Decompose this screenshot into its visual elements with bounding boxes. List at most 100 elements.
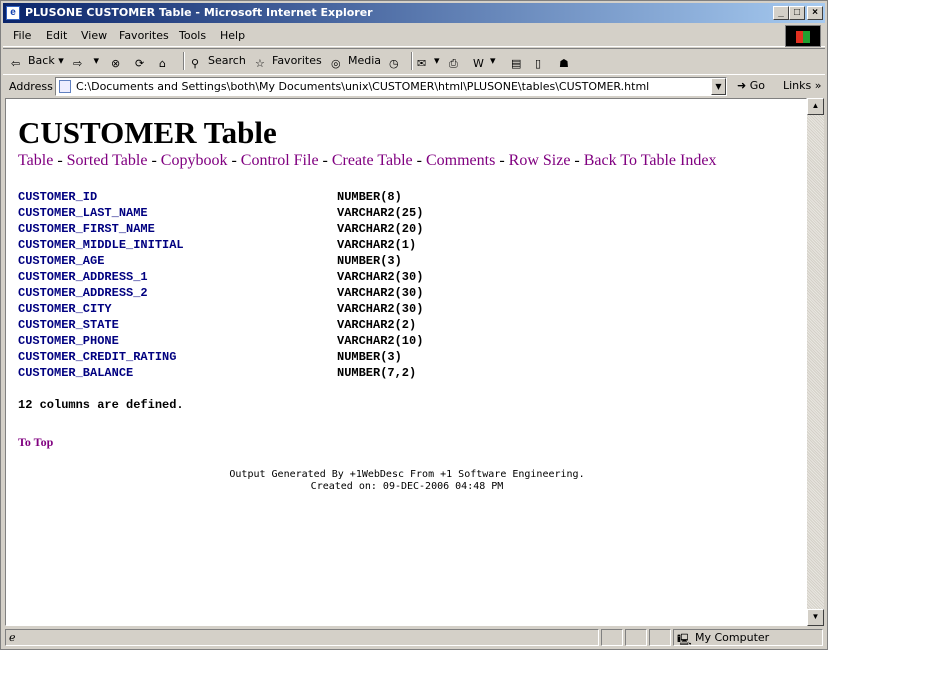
edit-button[interactable]: W ▾ [473, 54, 496, 71]
go-button[interactable]: ➜ Go [737, 79, 765, 92]
nav-separator: - [495, 152, 509, 169]
nav-link[interactable]: Create Table [332, 152, 413, 169]
research-icon: ▯ [535, 57, 542, 70]
status-panel [625, 629, 647, 646]
scroll-up-button[interactable]: ▲ [807, 98, 824, 115]
history-button[interactable]: ◷ [389, 54, 406, 71]
windows-logo-icon [785, 25, 821, 47]
menu-bar: File Edit View Favorites Tools Help [3, 25, 825, 47]
stop-icon: ⊗ [111, 57, 121, 70]
address-url: C:\Documents and Settings\both\My Docume… [76, 80, 650, 93]
nav-link[interactable]: Table [18, 152, 53, 169]
stop-button[interactable]: ⊗ [111, 54, 128, 71]
maximize-button[interactable]: □ [789, 6, 805, 20]
nav-link[interactable]: Row Size [509, 152, 571, 169]
search-label: Search [208, 54, 246, 67]
menu-tools[interactable]: Tools [179, 29, 206, 42]
column-name: CUSTOMER_ADDRESS_1 [18, 270, 148, 284]
back-arrow-icon: ⇦ [11, 57, 21, 70]
back-label: Back [28, 54, 55, 67]
history-icon: ◷ [389, 57, 399, 70]
media-button[interactable]: ◎ Media [331, 54, 381, 71]
ie-status-icon: ℯ [9, 631, 16, 644]
go-label: Go [749, 79, 765, 92]
ie-page-icon: e [6, 6, 20, 20]
refresh-icon: ⟳ [135, 57, 145, 70]
column-type: VARCHAR2(1) [337, 238, 417, 252]
column-name: CUSTOMER_MIDDLE_INITIAL [18, 238, 184, 252]
column-type: NUMBER(3) [337, 254, 402, 268]
page-content: CUSTOMER Table Table - Sorted Table - Co… [5, 98, 807, 626]
address-bar: Address C:\Documents and Settings\both\M… [3, 74, 825, 98]
column-name: CUSTOMER_CITY [18, 302, 112, 316]
status-bar: ℯ 🖳 My Computer [3, 628, 825, 647]
discuss-button[interactable]: ▤ [511, 54, 528, 71]
column-type: VARCHAR2(10) [337, 334, 424, 348]
media-label: Media [348, 54, 382, 67]
nav-link[interactable]: Copybook [161, 152, 228, 169]
search-icon: ⚲ [191, 57, 200, 70]
nav-link[interactable]: Control File [241, 152, 319, 169]
to-top-link[interactable]: To Top [18, 435, 53, 450]
address-input[interactable]: C:\Documents and Settings\both\My Docume… [55, 77, 727, 96]
discuss-icon: ▤ [511, 57, 522, 70]
forward-button[interactable]: ⇨ ▾ [73, 54, 99, 71]
nav-separator: - [53, 152, 67, 169]
menu-favorites[interactable]: Favorites [119, 29, 169, 42]
column-name: CUSTOMER_PHONE [18, 334, 119, 348]
browser-window: e PLUSONE CUSTOMER Table - Microsoft Int… [0, 0, 828, 650]
menu-help[interactable]: Help [220, 29, 245, 42]
toolbar-separator [411, 52, 413, 70]
vertical-scrollbar[interactable]: ▲ ▼ [807, 98, 824, 626]
close-button[interactable]: × [807, 6, 823, 20]
print-button[interactable]: ⎙ [449, 54, 466, 71]
messenger-button[interactable]: ☗ [559, 54, 576, 71]
nav-link[interactable]: Comments [426, 152, 495, 169]
column-type: VARCHAR2(2) [337, 318, 417, 332]
back-button[interactable]: ⇦ Back ▾ [11, 54, 64, 71]
mail-button[interactable]: ✉ ▾ [417, 54, 440, 71]
column-name: CUSTOMER_AGE [18, 254, 105, 268]
menu-view[interactable]: View [81, 29, 107, 42]
scroll-down-button[interactable]: ▼ [807, 609, 824, 626]
nav-link[interactable]: Back To Table Index [584, 152, 717, 169]
media-icon: ◎ [331, 57, 341, 70]
menu-file[interactable]: File [13, 29, 31, 42]
home-button[interactable]: ⌂ [159, 54, 176, 71]
column-name: CUSTOMER_CREDIT_RATING [18, 350, 177, 364]
column-type: NUMBER(8) [337, 190, 402, 204]
column-name: CUSTOMER_ID [18, 190, 98, 204]
standard-toolbar: ⇦ Back ▾ ⇨ ▾ ⊗ ⟳ ⌂ ⚲ Search ☆ Favorites ◎ Me… [3, 48, 825, 74]
mail-icon: ✉ [417, 57, 427, 70]
favorites-star-icon: ☆ [255, 57, 265, 70]
column-name: CUSTOMER_FIRST_NAME [18, 222, 155, 236]
title-bar: e PLUSONE CUSTOMER Table - Microsoft Int… [3, 3, 825, 23]
nav-link[interactable]: Sorted Table [67, 152, 148, 169]
my-computer-icon: 🖳 [677, 633, 692, 646]
search-button[interactable]: ⚲ Search [191, 54, 246, 71]
column-name: CUSTOMER_LAST_NAME [18, 206, 148, 220]
refresh-button[interactable]: ⟳ [135, 54, 152, 71]
column-name: CUSTOMER_BALANCE [18, 366, 134, 380]
column-type: VARCHAR2(30) [337, 270, 424, 284]
security-zone-label: My Computer [695, 631, 770, 644]
minimize-button[interactable]: _ [773, 6, 789, 20]
status-panel [649, 629, 671, 646]
window-title: PLUSONE CUSTOMER Table - Microsoft Inter… [25, 6, 373, 19]
footer-generated-by: Output Generated By +1WebDesc From +1 So… [229, 469, 585, 480]
column-type: VARCHAR2(30) [337, 286, 424, 300]
address-dropdown-button[interactable]: ▼ [711, 78, 726, 95]
research-button[interactable]: ▯ [535, 54, 552, 71]
links-button[interactable]: Links » [783, 79, 822, 92]
nav-separator: - [147, 152, 161, 169]
print-icon: ⎙ [449, 57, 458, 70]
status-message-panel: ℯ [5, 629, 599, 646]
column-type: VARCHAR2(20) [337, 222, 424, 236]
column-type: VARCHAR2(25) [337, 206, 424, 220]
table-nav-links: Table - Sorted Table - Copybook - Contro… [18, 152, 716, 170]
nav-separator: - [227, 152, 241, 169]
footer-created-on: Created on: 09-DEC-2006 04:48 PM [310, 481, 504, 492]
menu-edit[interactable]: Edit [46, 29, 67, 42]
favorites-button[interactable]: ☆ Favorites [255, 54, 322, 71]
page-title: CUSTOMER Table [18, 115, 277, 150]
